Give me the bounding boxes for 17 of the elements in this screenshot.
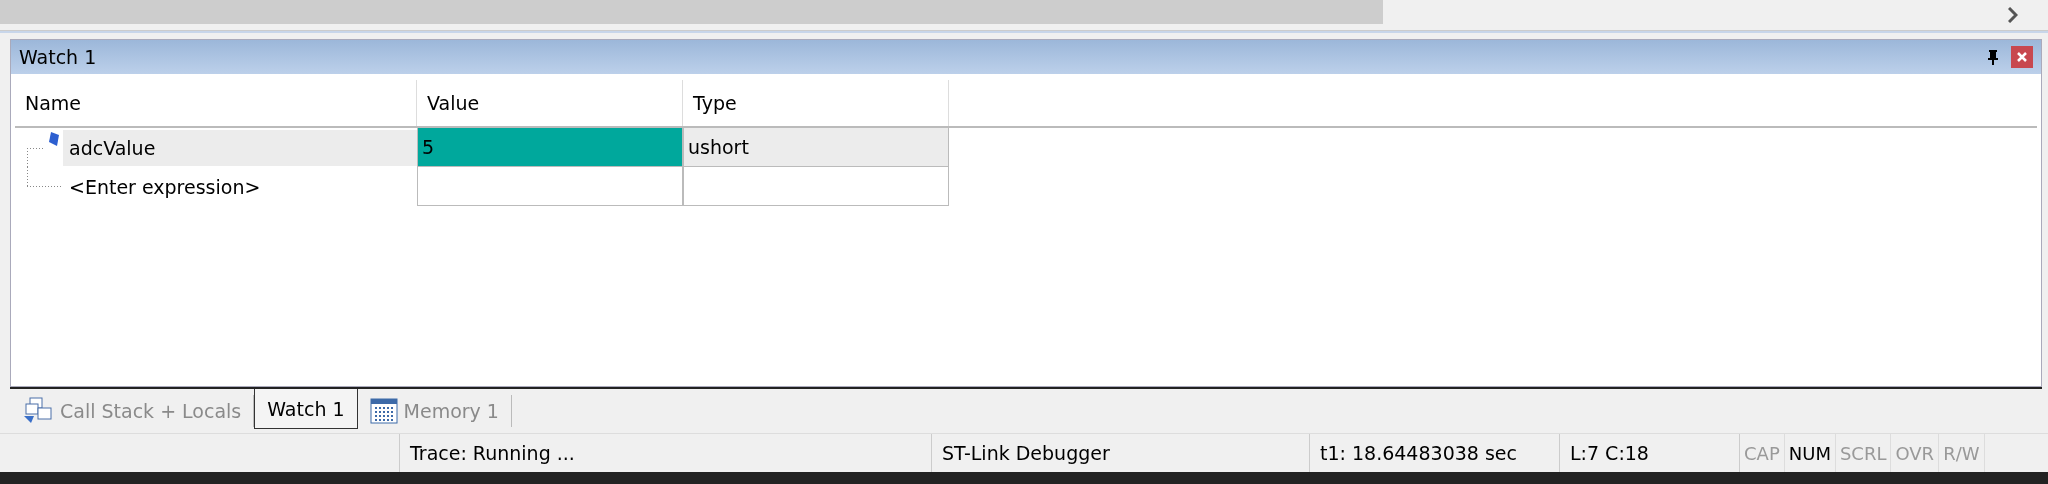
scrollbar-thumb[interactable] bbox=[0, 0, 1383, 24]
column-header[interactable]: Value bbox=[417, 80, 683, 126]
value-cell[interactable] bbox=[417, 167, 683, 206]
column-header[interactable]: Name bbox=[15, 80, 417, 126]
tab[interactable]: Watch 1 bbox=[254, 389, 358, 429]
column-header[interactable]: Type bbox=[683, 80, 949, 126]
panel-title: Watch 1 bbox=[19, 46, 98, 68]
grid-icon bbox=[369, 398, 398, 424]
close-button[interactable] bbox=[2011, 46, 2033, 68]
pin-icon[interactable] bbox=[1987, 49, 1999, 65]
expression-placeholder[interactable]: <Enter expression> bbox=[63, 168, 417, 205]
value-cell[interactable]: 5 bbox=[417, 128, 683, 167]
variable-icon bbox=[49, 132, 59, 146]
close-icon[interactable] bbox=[2016, 51, 2028, 63]
type-cell: ushort bbox=[683, 128, 949, 167]
variable-name[interactable]: adcValue bbox=[63, 129, 417, 166]
chevron-right-icon[interactable] bbox=[2008, 7, 2018, 23]
